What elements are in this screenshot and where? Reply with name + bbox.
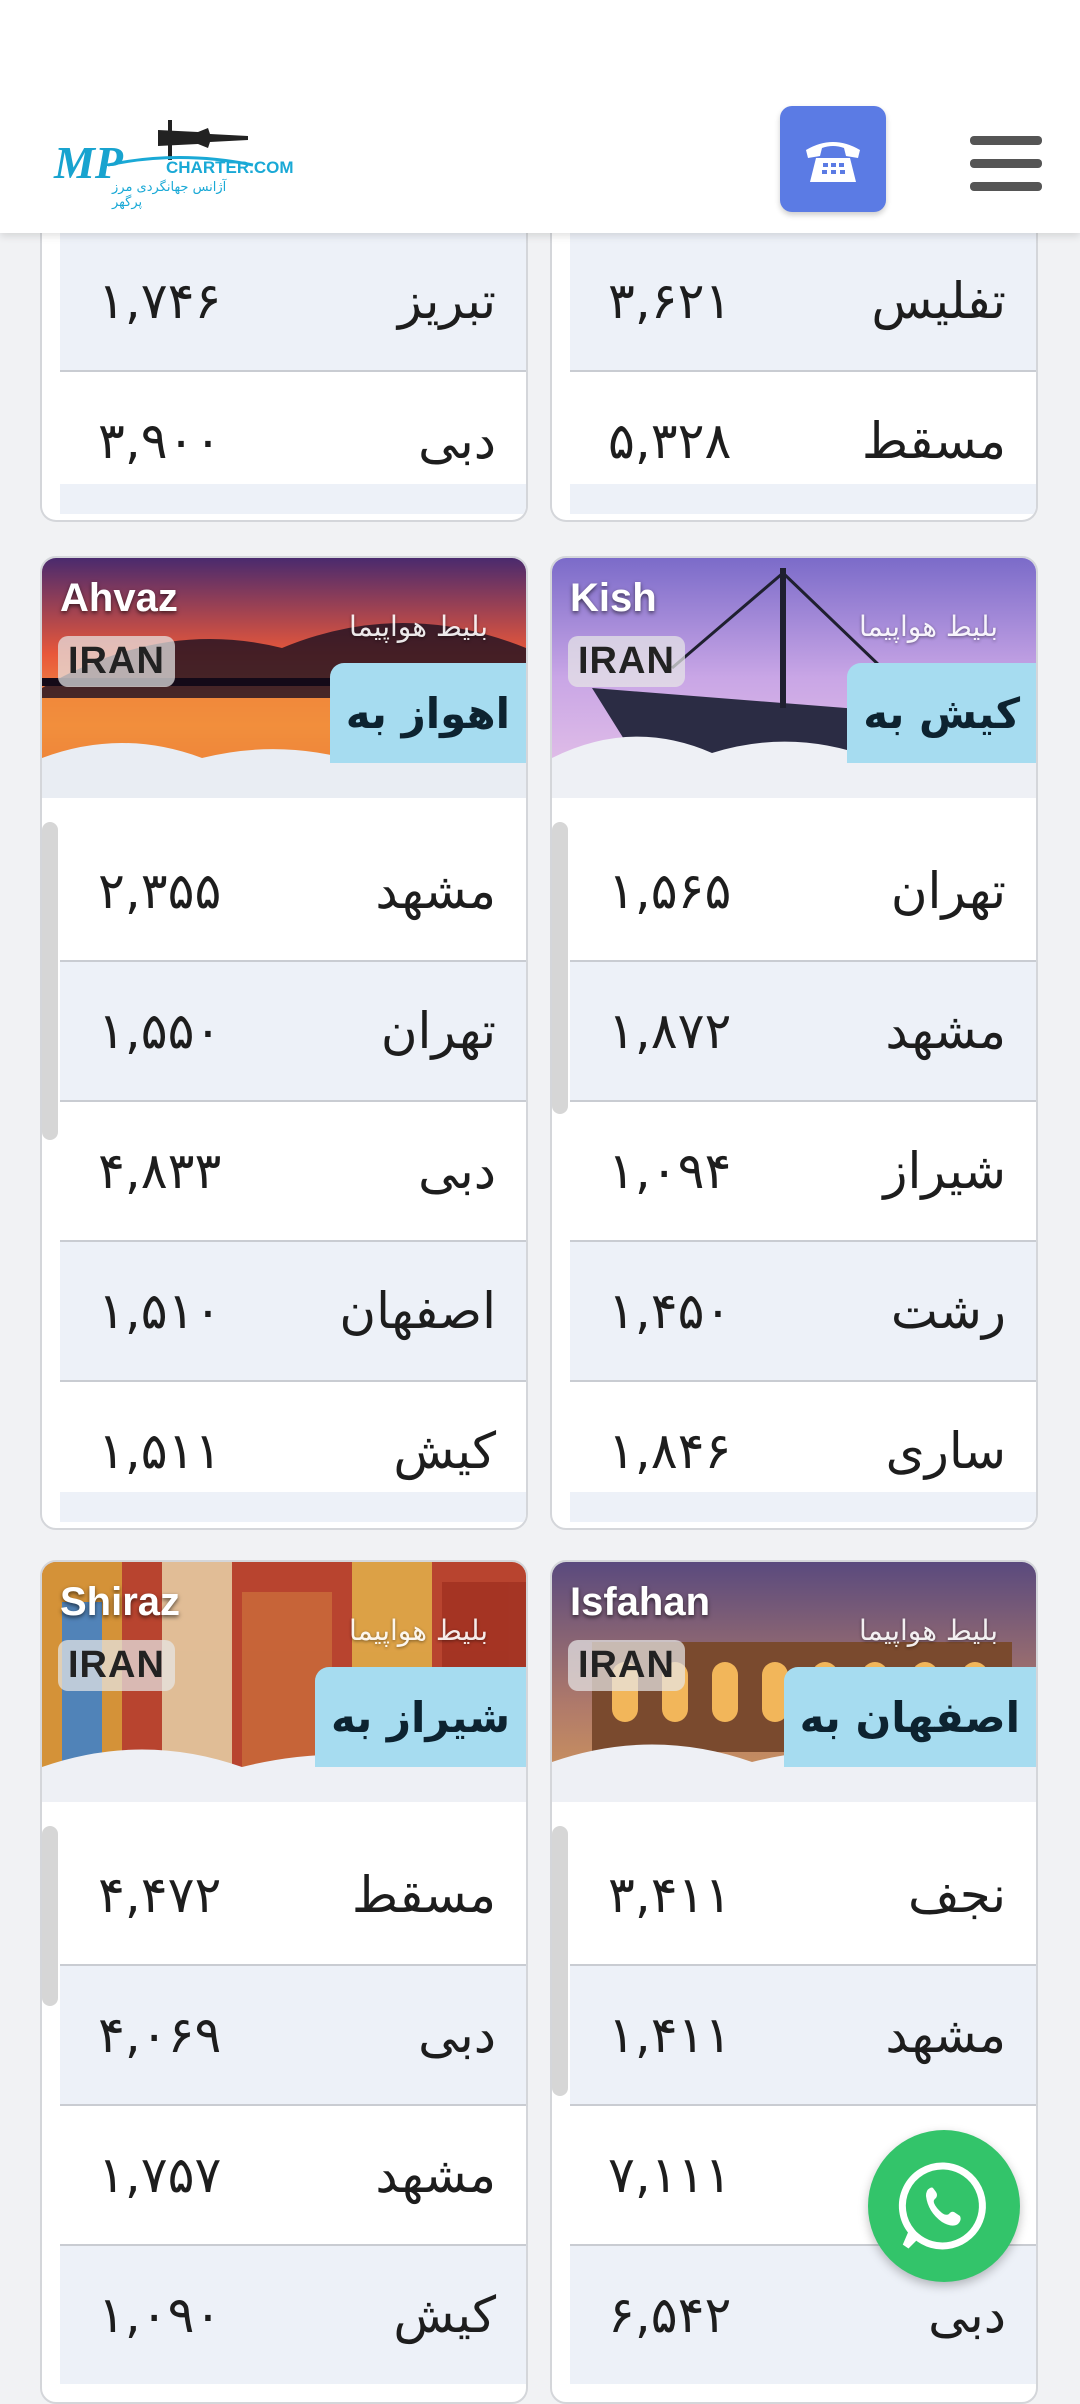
whatsapp-button[interactable] [868,2130,1020,2282]
route-price: ۷,۱۱۱ [608,2146,732,2204]
destination-banner[interactable]: Ahvaz IRAN بلیط هواپیما اهواز به [42,558,526,798]
route-city: رشت [890,1282,1006,1340]
route-city: مشهد [885,2006,1006,2064]
route-price: ۱,۵۶۵ [608,862,732,920]
list-item[interactable]: تهران ۱,۵۵۰ [60,962,526,1102]
route-price: ۱,۵۱۰ [98,1282,222,1340]
route-city: مشهد [885,1002,1006,1060]
route-price: ۱,۷۵۷ [98,2146,222,2204]
route-city: دبی [418,1142,496,1200]
destination-badge: کیش به [847,663,1036,763]
destination-banner[interactable]: Kish IRAN بلیط هواپیما کیش به [552,558,1036,798]
list-item[interactable]: اصفهان ۱,۵۱۰ [60,1242,526,1382]
banner-city-latin: Shiraz [60,1580,181,1624]
route-city: مشهد [375,862,496,920]
route-price: ۱,۴۵۰ [608,1282,732,1340]
route-city: تفلیس [871,272,1006,330]
ticket-label: بلیط هواپیما [859,1614,998,1647]
route-price: ۱,۰۹۰ [98,2286,222,2344]
route-price: ۲,۳۵۵ [98,862,222,920]
list-item[interactable]: مشهد ۱,۴۱۱ [570,1966,1036,2106]
list-scrollbar[interactable] [552,1826,568,2096]
route-price: ۳,۶۲۱ [608,272,732,330]
route-price: ۴,۰۶۹ [98,2006,222,2064]
list-scrollbar[interactable] [42,1826,58,2006]
hamburger-menu-icon[interactable] [970,136,1042,192]
country-badge: IRAN [568,636,685,687]
banner-city-latin: Ahvaz [60,576,178,620]
route-price: ۳,۴۱۱ [608,1866,732,1924]
site-logo[interactable]: MP CHARTER.COM آژانس جهانگردی مرز پرگهر [48,110,294,210]
top-header: MP CHARTER.COM آژانس جهانگردی مرز پرگهر [0,0,1080,233]
card-shiraz: Shiraz IRAN بلیط هواپیما شیراز به مسقط ۴… [40,1560,528,2404]
list-item[interactable]: مسقط ۴,۴۷۲ [60,1826,526,1966]
card-ahvaz: Ahvaz IRAN بلیط هواپیما اهواز به مشهد ۲,… [40,556,528,1530]
list-item[interactable]: مشهد ۱,۷۵۷ [60,2106,526,2246]
banner-city-latin: Kish [570,576,657,620]
destination-banner[interactable]: Shiraz IRAN بلیط هواپیما شیراز به [42,1562,526,1802]
route-price: ۱,۷۴۶ [98,272,222,330]
route-city: کیش [393,2286,496,2344]
list-scrollbar[interactable] [42,822,58,1140]
list-item[interactable]: مشهد ۱,۸۷۲ [570,962,1036,1102]
ticket-label: بلیط هواپیما [859,610,998,643]
route-city: شیراز [883,1142,1006,1200]
country-badge: IRAN [58,1640,175,1691]
route-city: مسقط [351,1866,496,1924]
route-price: ۱,۰۹۴ [608,1142,732,1200]
route-price: ۱,۴۱۱ [608,2006,732,2064]
route-price: ۴,۴۷۲ [98,1866,222,1924]
list-item[interactable]: تبریز ۱,۷۴۶ [60,232,526,372]
call-button[interactable] [780,106,886,212]
list-item[interactable]: رشت ۱,۴۵۰ [570,1242,1036,1382]
list-item[interactable]: تفلیس ۳,۶۲۱ [570,232,1036,372]
route-price: ۶,۵۴۲ [608,2286,732,2344]
list-item[interactable]: دبی ۴,۸۳۳ [60,1102,526,1242]
destination-badge: اهواز به [329,663,526,763]
route-city: تبریز [397,272,496,330]
list-item[interactable]: تهران ۱,۵۶۵ [570,822,1036,962]
route-city: نجف [908,1866,1006,1924]
route-city: تهران [380,1002,496,1060]
route-price: ۱,۸۷۲ [608,1002,732,1060]
whatsapp-icon [898,2162,986,2250]
route-city: دبی [418,2006,496,2064]
destination-banner[interactable]: Isfahan IRAN بلیط هواپیما اصفهان به [552,1562,1036,1802]
list-item[interactable]: شیراز ۱,۰۹۴ [570,1102,1036,1242]
list-item[interactable]: نجف ۳,۴۱۱ [570,1826,1036,1966]
list-scrollbar[interactable] [552,822,568,1114]
destination-badge: اصفهان به [783,1667,1036,1767]
route-city: تهران [890,862,1006,920]
route-city: اصفهان [339,1282,496,1340]
logo-tagline: آژانس جهانگردی مرز پرگهر [112,180,227,210]
ticket-label: بلیط هواپیما [349,610,488,643]
ticket-label: بلیط هواپیما [349,1614,488,1647]
list-item[interactable]: مشهد ۲,۳۵۵ [60,822,526,962]
route-price: ۱,۵۵۰ [98,1002,222,1060]
telephone-icon [806,142,860,182]
card-kish: Kish IRAN بلیط هواپیما کیش به تهران ۱,۵۶… [550,556,1038,1530]
list-item[interactable]: دبی ۴,۰۶۹ [60,1966,526,2106]
route-city: مشهد [375,2146,496,2204]
list-item[interactable]: کیش ۱,۰۹۰ [60,2246,526,2384]
destination-badge: شیراز به [314,1667,526,1767]
route-price: ۴,۸۳۳ [98,1142,222,1200]
country-badge: IRAN [568,1640,685,1691]
banner-city-latin: Isfahan [570,1580,711,1624]
country-badge: IRAN [58,636,175,687]
logo-domain: CHARTER.COM [166,158,294,177]
